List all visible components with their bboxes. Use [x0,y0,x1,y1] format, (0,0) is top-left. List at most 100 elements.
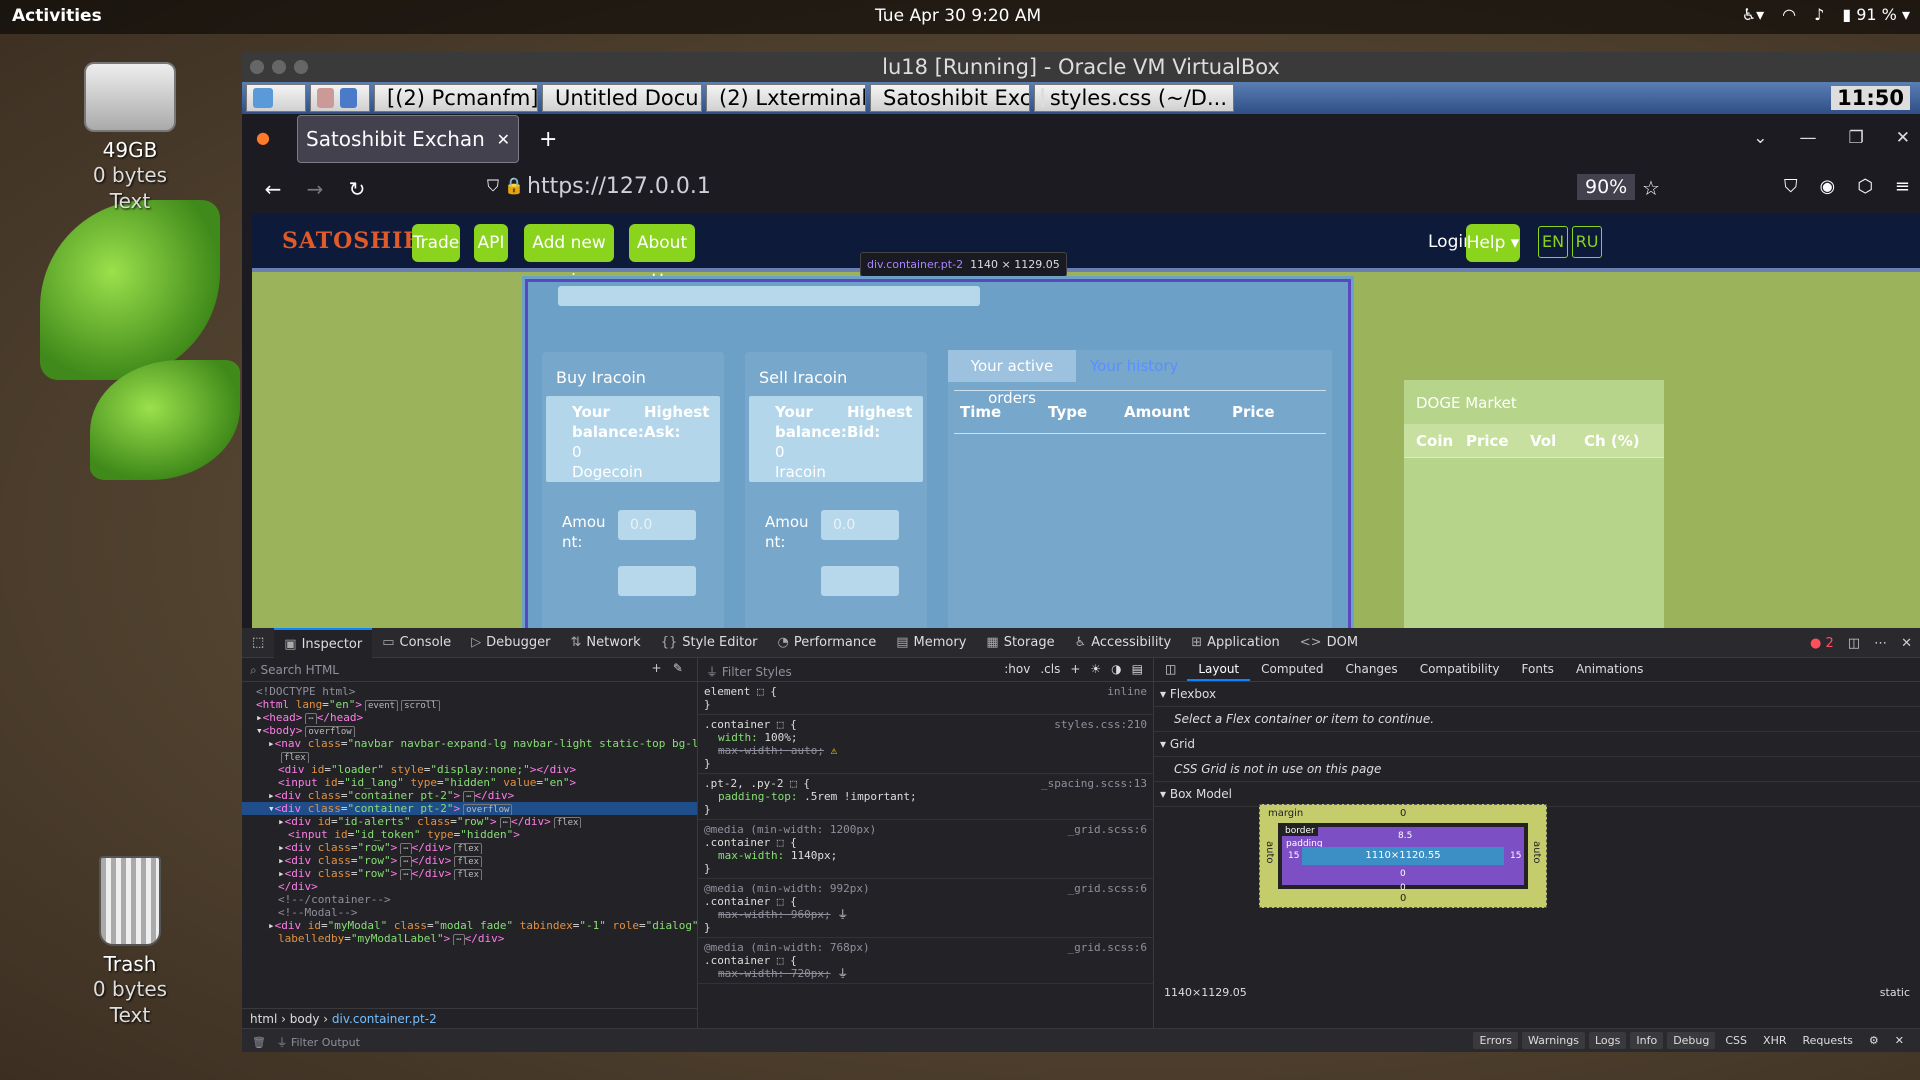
help-dropdown-button[interactable]: Help ▾ [1466,224,1520,262]
cls-toggle[interactable]: .cls [1040,662,1060,676]
tab-performance[interactable]: ◔ Performance [768,628,887,658]
extensions-icon[interactable]: ⬡ [1857,176,1873,197]
filter-logs[interactable]: Logs [1588,1032,1627,1049]
filter-requests[interactable]: Requests [1796,1032,1858,1049]
menu-icon[interactable]: ≡ [1895,176,1910,197]
system-clock[interactable]: Tue Apr 30 9:20 AM [875,6,1041,26]
markup-line[interactable]: ▸<div id="myModal" class="modal fade" ta… [242,919,697,932]
minimize-dot[interactable] [272,60,286,74]
css-rule[interactable]: .container ⬚ {styles.css:210 width: 100%;… [698,715,1153,774]
restore-icon[interactable]: ❐ [1849,128,1864,148]
markup-line[interactable]: <input id="id_lang" type="hidden" value=… [242,776,697,789]
settings-icon[interactable]: ⚙ [1863,1032,1885,1049]
window-titlebar[interactable]: lu18 [Running] - Oracle VM VirtualBox [242,52,1920,82]
markup-line-selected[interactable]: ▾<div class="container pt-2"> overflow [242,802,697,815]
add-rule-icon[interactable]: + [1070,662,1080,676]
breadcrumb-container[interactable]: div.container.pt-2 [332,1012,437,1026]
css-rule[interactable]: @media (min-width: 992px) _grid.scss:6 .co… [698,879,1153,938]
lang-en-button[interactable]: EN [1538,226,1568,258]
lang-ru-button[interactable]: RU [1572,226,1602,258]
markup-line[interactable]: <!DOCTYPE html> [242,685,697,698]
close-tab-icon[interactable]: ✕ [497,130,510,149]
tab-changes[interactable]: Changes [1334,658,1408,681]
close-console-icon[interactable]: ✕ [1889,1032,1910,1049]
reload-icon[interactable]: ↻ [346,177,368,201]
sidebar-toggle-icon[interactable]: ◫ [1154,658,1187,681]
account-icon[interactable]: ◉ [1819,176,1835,197]
hov-toggle[interactable]: :hov [1004,662,1030,676]
sell-amount-input[interactable]: 0.0 [821,510,899,540]
markup-line[interactable]: ▸<div id="id-alerts" class="row"> ⋯ </div>… [242,815,697,828]
buy-amount-input[interactable]: 0.0 [618,510,696,540]
more-options-icon[interactable]: ⋯ [1874,636,1887,651]
tab-animations[interactable]: Animations [1565,658,1654,681]
tab-history[interactable]: Your history [1090,350,1178,382]
filter-css[interactable]: CSS [1719,1032,1753,1049]
markup-line[interactable]: <html lang="en"> event scroll [242,698,697,711]
dark-mode-icon[interactable]: ◑ [1111,662,1121,676]
buy-price-input[interactable] [618,566,696,596]
filter-debug[interactable]: Debug [1667,1032,1716,1049]
box-content[interactable]: 1110×1120.55 [1302,847,1504,865]
tab-computed[interactable]: Computed [1250,658,1334,681]
tab-compatibility[interactable]: Compatibility [1409,658,1511,681]
breadcrumb-body[interactable]: body [290,1012,320,1026]
tab-storage[interactable]: ▦ Storage [976,628,1064,658]
markup-line[interactable]: ▸<div class="row"> ⋯ </div> flex [242,841,697,854]
tab-fonts[interactable]: Fonts [1511,658,1565,681]
forward-icon[interactable]: → [304,177,326,201]
markup-line[interactable]: labelledby="myModalLabel"> ⋯ </div> [242,932,697,945]
system-tray[interactable]: ♿▾ ◠ ♪ ▮ 91 % ▾ [1742,5,1910,24]
nav-api-button[interactable]: API [474,224,508,262]
activities-button[interactable]: Activities [12,6,102,26]
bookmark-star-icon[interactable]: ☆ [1642,176,1660,200]
accessibility-icon[interactable]: ♿▾ [1742,5,1764,24]
grid-section-header[interactable]: ▾ Grid [1154,732,1920,757]
close-devtools-icon[interactable]: ✕ [1901,636,1912,651]
filter-errors[interactable]: Errors [1473,1032,1518,1049]
markup-line[interactable]: <input id="id_token" type="hidden"> [242,828,697,841]
tab-style-editor[interactable]: {} Style Editor [651,628,768,658]
tab-debugger[interactable]: ▷ Debugger [461,628,560,658]
shield-icon[interactable]: ⛉ 🔒 [487,176,524,196]
taskbar-pcmanfm[interactable]: [(2) Pcmanfm] [374,84,538,112]
filter-output-input[interactable]: 🗑 ⏚ Filter Output [252,1034,360,1050]
dock-icon[interactable]: ◫ [1848,636,1860,651]
nav-about-button[interactable]: About Us [629,224,695,291]
markup-line[interactable]: </div> [242,880,697,893]
quicklaunch-buttons[interactable] [310,84,370,112]
minimize-icon[interactable]: — [1800,128,1817,148]
desktop-icon-trash[interactable]: Trash 0 bytes Text [55,856,205,1028]
tab-accessibility[interactable]: ♿ Accessibility [1065,628,1182,658]
start-menu-button[interactable] [246,84,306,112]
browser-tab[interactable]: Satoshibit Exchange ✕ [297,115,519,163]
new-tab-icon[interactable]: + [539,127,557,152]
filter-xhr[interactable]: XHR [1757,1032,1792,1049]
close-icon[interactable]: ✕ [1896,128,1910,148]
search-html-input[interactable]: ⌕ Search HTML + ✎ [242,658,697,682]
close-dot[interactable] [250,60,264,74]
taskbar-firefox[interactable]: Satoshibit Exc... [870,84,1030,112]
print-icon[interactable]: ▤ [1132,662,1143,676]
markup-line[interactable]: ▸<nav class="navbar navbar-expand-lg nav… [242,737,697,750]
pick-element-icon[interactable]: ⬚ [242,628,274,658]
back-icon[interactable]: ← [262,177,284,201]
tab-console[interactable]: ▭ Console [372,628,461,658]
tab-application[interactable]: ⊞ Application [1181,628,1290,658]
zoom-indicator[interactable]: 90% [1577,174,1636,200]
breadcrumb-html[interactable]: html [250,1012,277,1026]
css-rule[interactable]: @media (min-width: 768px) _grid.scss:6 .co… [698,938,1153,984]
filter-styles-input[interactable]: ⏚ Filter Styles :hov .cls + ☀ ◑ ▤ [698,658,1153,682]
tab-active-orders[interactable]: Your active orders [948,350,1076,407]
filter-info[interactable]: Info [1630,1032,1664,1049]
error-count-badge[interactable]: ● 2 [1810,636,1834,651]
markup-line[interactable]: ▸<div class="row"> ⋯ </div> flex [242,854,697,867]
css-rule[interactable]: .pt-2, .py-2 ⬚ {_spacing.scss:13 padding-… [698,774,1153,820]
maximize-dot[interactable] [294,60,308,74]
pocket-icon[interactable]: ⛉ [1784,176,1798,197]
markup-line[interactable]: ▸<head> ⋯ </head> [242,711,697,724]
sell-price-input[interactable] [821,566,899,596]
tab-network[interactable]: ⇅ Network [561,628,651,658]
markup-line[interactable]: ▾<body> overflow [242,724,697,737]
filter-warnings[interactable]: Warnings [1522,1032,1585,1049]
